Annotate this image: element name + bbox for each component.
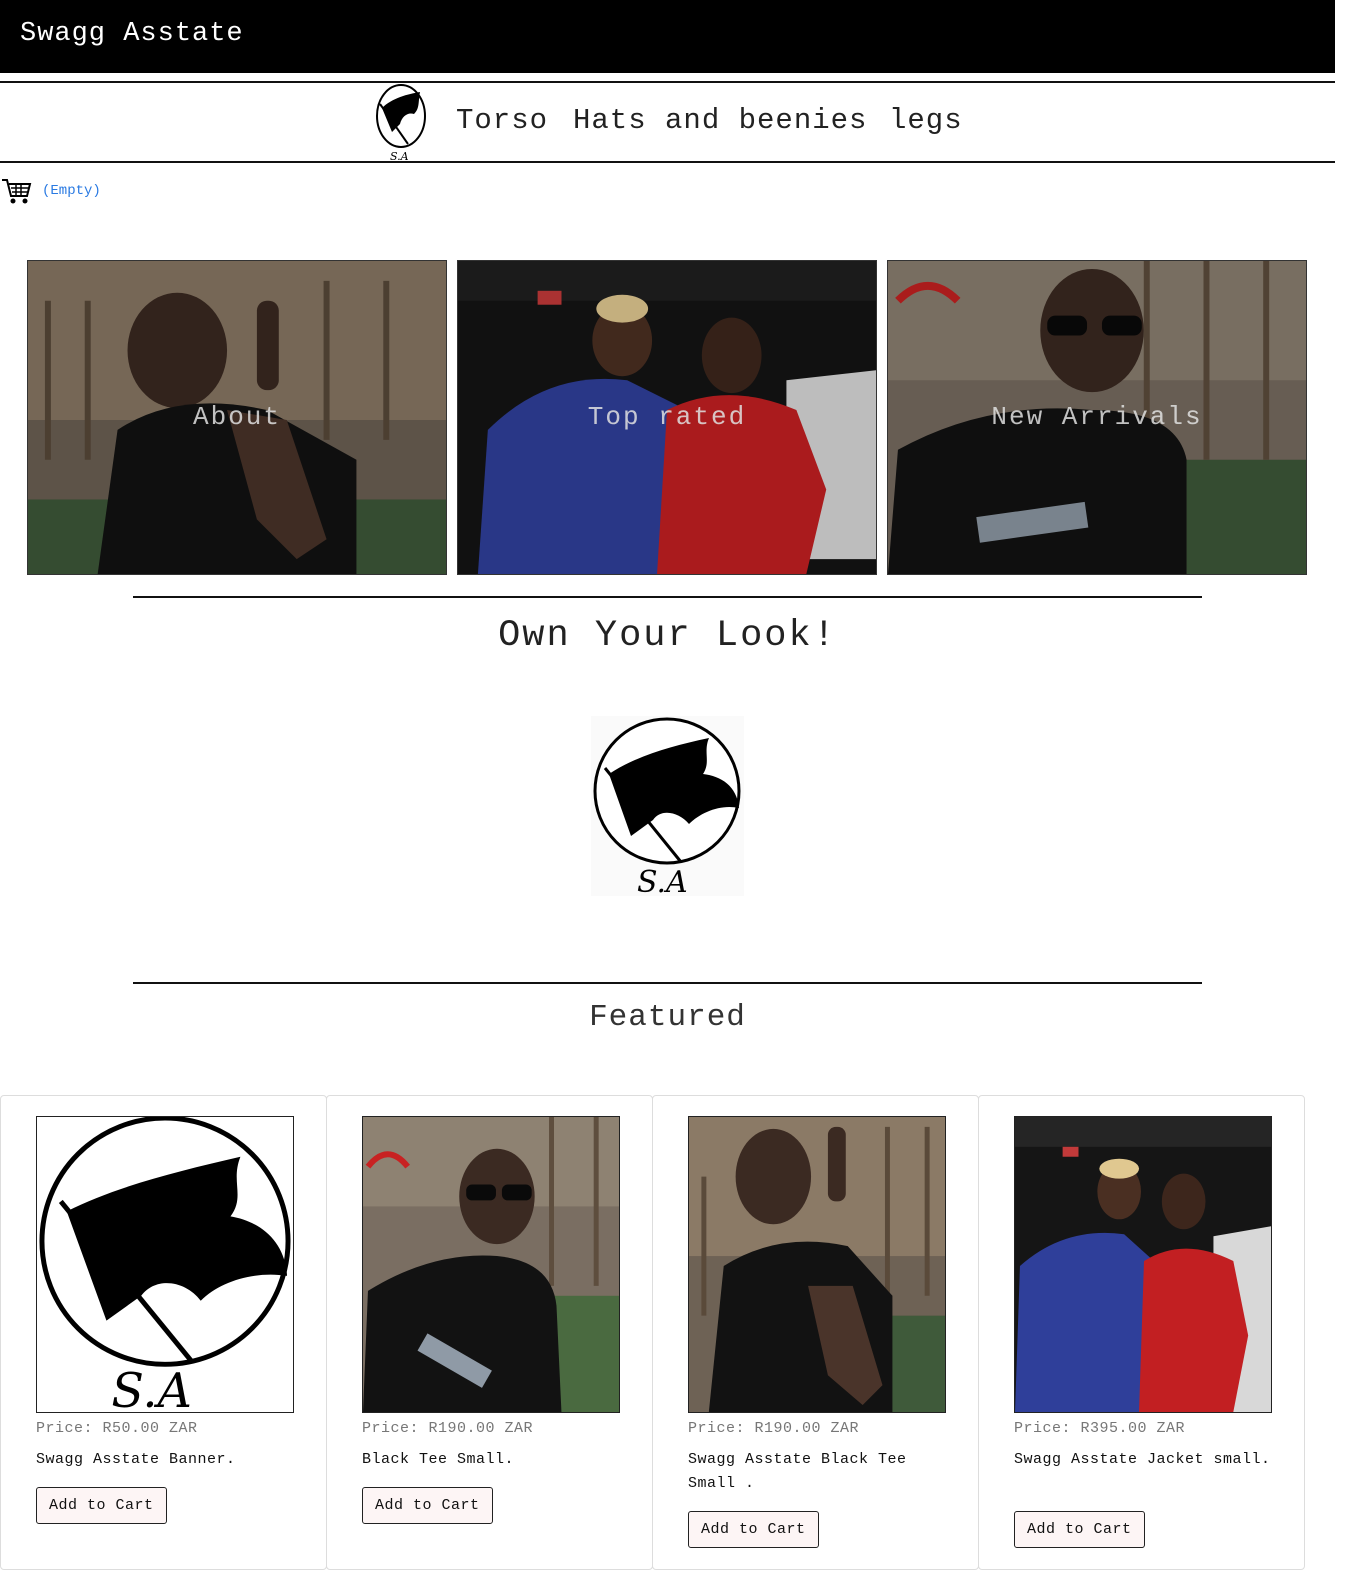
tile-new-arrivals-label[interactable]: New Arrivals — [888, 402, 1306, 432]
nav-link-torso[interactable]: Torso — [456, 104, 548, 137]
nav-rule-top — [0, 81, 1335, 83]
svg-text:S.A: S.A — [637, 865, 688, 896]
product-price: Price: R395.00 ZAR — [1014, 1420, 1186, 1437]
product-price: Price: R50.00 ZAR — [36, 1420, 198, 1437]
slogan-heading: Own Your Look! — [498, 615, 837, 657]
product-name[interactable]: Swagg Asstate Banner. — [36, 1448, 306, 1472]
nav-link-legs[interactable]: legs — [889, 104, 963, 137]
product-image[interactable]: S.A — [36, 1116, 294, 1413]
brand-title[interactable]: Swagg Asstate — [20, 19, 244, 49]
cart-status[interactable]: (Empty) — [42, 183, 101, 199]
cart-widget[interactable]: (Empty) — [2, 176, 101, 206]
add-to-cart-button[interactable]: Add to Cart — [36, 1487, 167, 1524]
product-image[interactable] — [362, 1116, 620, 1413]
product-image[interactable] — [1014, 1116, 1272, 1413]
logo-icon[interactable]: S.A — [374, 82, 429, 162]
product-card: Price: R190.00 ZAR Black Tee Small. Add … — [326, 1095, 653, 1570]
tile-about[interactable]: About — [27, 260, 447, 575]
divider-slogan — [133, 596, 1202, 598]
product-name[interactable]: Swagg Asstate Black Tee Small . — [688, 1448, 958, 1496]
add-to-cart-button[interactable]: Add to Cart — [362, 1487, 493, 1524]
featured-heading: Featured — [589, 1000, 746, 1035]
product-price: Price: R190.00 ZAR — [688, 1420, 860, 1437]
tile-about-label[interactable]: About — [28, 402, 446, 432]
tile-new-arrivals[interactable]: New Arrivals — [887, 260, 1307, 575]
nav-link-hats-and-beenies[interactable]: Hats and beenies — [573, 104, 867, 137]
product-name[interactable]: Black Tee Small. — [362, 1448, 632, 1472]
add-to-cart-button[interactable]: Add to Cart — [688, 1511, 819, 1548]
cart-icon[interactable] — [2, 176, 32, 206]
tile-top-rated-label[interactable]: Top rated — [458, 402, 876, 432]
brand-logo: S.A — [591, 716, 744, 896]
svg-text:S.A: S.A — [111, 1364, 191, 1412]
nav-rule-bottom — [0, 161, 1335, 163]
add-to-cart-button[interactable]: Add to Cart — [1014, 1511, 1145, 1548]
product-price: Price: R190.00 ZAR — [362, 1420, 534, 1437]
product-card: Price: R395.00 ZAR Swagg Asstate Jacket … — [978, 1095, 1305, 1570]
product-name[interactable]: Swagg Asstate Jacket small. — [1014, 1448, 1284, 1472]
top-bar: Swagg Asstate — [0, 0, 1335, 73]
tile-top-rated[interactable]: Top rated — [457, 260, 877, 575]
divider-featured — [133, 982, 1202, 984]
product-image[interactable] — [688, 1116, 946, 1413]
product-card: Price: R190.00 ZAR Swagg Asstate Black T… — [652, 1095, 979, 1570]
product-card: S.A Price: R50.00 ZAR Swagg Asstate Bann… — [0, 1095, 327, 1570]
